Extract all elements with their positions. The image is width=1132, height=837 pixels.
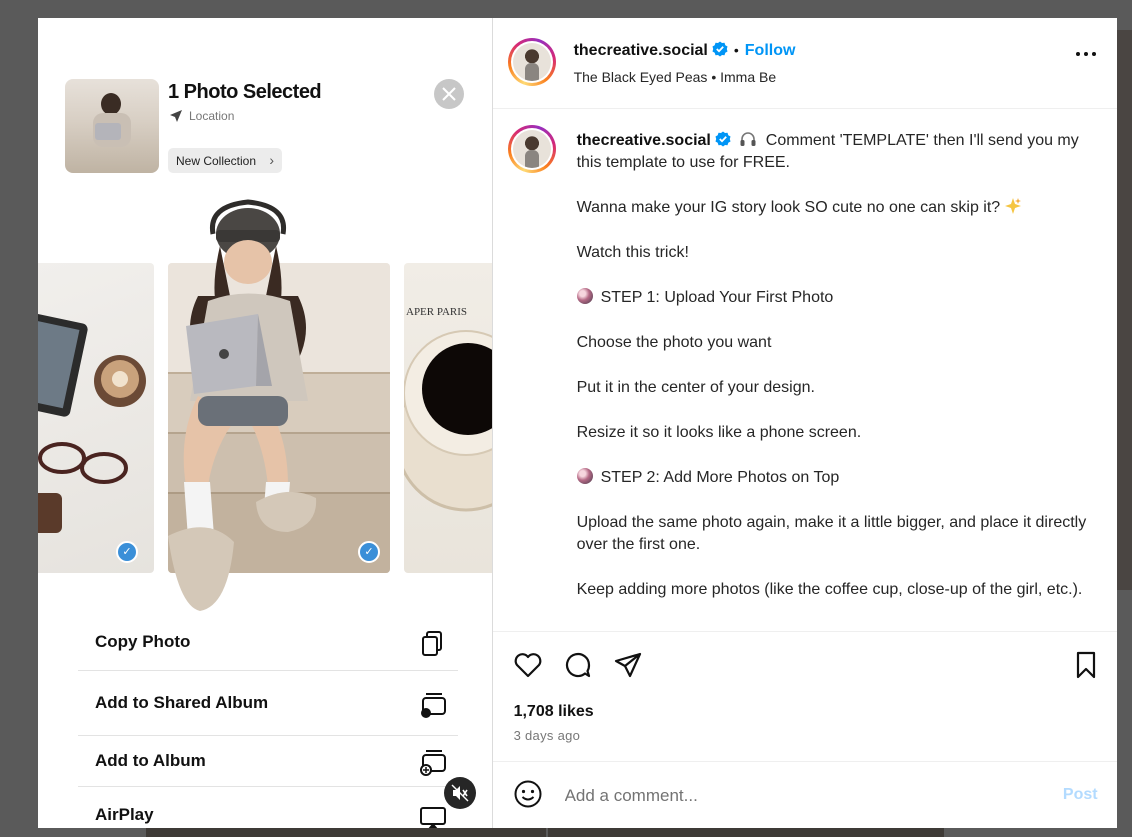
menu-item-airplay: AirPlay bbox=[78, 787, 458, 828]
background-post-strip bbox=[146, 828, 546, 837]
photo-card-coffee: APER PARIS bbox=[404, 263, 492, 573]
selected-photo-thumbnail bbox=[65, 79, 159, 173]
post-modal: 1 Photo Selected Location New Collection… bbox=[38, 18, 1117, 828]
avatar[interactable] bbox=[507, 38, 556, 86]
caption-username[interactable]: thecreative.social bbox=[577, 132, 711, 149]
menu-item-label: Add to Shared Album bbox=[95, 693, 269, 712]
headphones-emoji-icon bbox=[740, 132, 756, 146]
caption-paragraph: Upload the same photo again, make it a l… bbox=[576, 514, 1087, 553]
post-comment-button[interactable]: Post bbox=[1063, 786, 1098, 804]
caption-paragraph: Watch this trick! bbox=[576, 244, 689, 261]
location-row: Location bbox=[169, 109, 234, 123]
girl-with-laptop-cutout bbox=[138, 186, 348, 616]
ios-share-menu: Copy Photo Add to Shared Album Add to Al… bbox=[78, 614, 458, 828]
new-collection-chip: New Collection › bbox=[168, 148, 283, 173]
selected-check-icon: ✓ bbox=[358, 541, 380, 563]
menu-item-label: Copy Photo bbox=[95, 632, 191, 651]
copy-icon bbox=[422, 631, 442, 656]
header-username[interactable]: thecreative.social bbox=[574, 42, 708, 59]
menu-item-add-to-shared-album: Add to Shared Album bbox=[78, 671, 458, 736]
new-collection-label: New Collection bbox=[176, 153, 257, 168]
airplay-icon bbox=[420, 807, 446, 828]
caption-paragraph: Keep adding more photos (like the coffee… bbox=[576, 581, 1083, 598]
selection-title: 1 Photo Selected bbox=[168, 81, 322, 103]
menu-item-label: Add to Album bbox=[95, 751, 206, 770]
close-icon bbox=[434, 79, 464, 109]
share-paper-plane-icon[interactable] bbox=[613, 650, 643, 680]
follow-button[interactable]: Follow bbox=[745, 42, 796, 59]
save-bookmark-icon[interactable] bbox=[1071, 650, 1101, 680]
caption-paragraph: Put it in the center of your design. bbox=[576, 379, 815, 396]
chevron-right-icon: › bbox=[269, 152, 275, 168]
comment-bar: Post bbox=[492, 761, 1117, 828]
post-media[interactable]: 1 Photo Selected Location New Collection… bbox=[38, 18, 493, 828]
speaker-muted-icon[interactable] bbox=[444, 777, 476, 809]
caption-scroll-area[interactable]: thecreative.social Comment 'TEMPLATE' th… bbox=[493, 109, 1117, 629]
post-timestamp[interactable]: 3 days ago bbox=[514, 728, 581, 743]
caption-paragraph: STEP 1: Upload Your First Photo bbox=[600, 289, 834, 306]
location-arrow-icon bbox=[170, 110, 182, 122]
header-user-row: thecreative.social • Follow bbox=[574, 41, 796, 60]
add-album-icon bbox=[420, 750, 446, 776]
caption-paragraph: STEP 2: Add More Photos on Top bbox=[600, 469, 840, 486]
step-bullet-icon bbox=[576, 288, 593, 304]
post-header: thecreative.social • Follow The Black Eyed… bbox=[492, 18, 1117, 109]
comment-input[interactable] bbox=[562, 784, 1037, 808]
more-options-icon[interactable] bbox=[1075, 52, 1096, 56]
menu-item-add-to-album: Add to Album bbox=[78, 736, 458, 787]
comment-bubble-icon[interactable] bbox=[563, 650, 593, 680]
caption-paragraph: Wanna make your IG story look SO cute no… bbox=[576, 199, 1001, 216]
svg-text:APER PARIS: APER PARIS bbox=[406, 306, 467, 318]
location-label: Location bbox=[189, 109, 235, 123]
menu-item-copy-photo: Copy Photo bbox=[78, 614, 458, 671]
step-bullet-icon bbox=[576, 468, 593, 484]
post-actions-bar bbox=[492, 631, 1117, 762]
verified-badge-icon bbox=[715, 131, 731, 147]
selected-check-icon: ✓ bbox=[116, 541, 138, 563]
shared-album-icon bbox=[421, 693, 446, 718]
like-heart-icon[interactable] bbox=[513, 650, 543, 680]
caption-paragraph: Resize it so it looks like a phone scree… bbox=[576, 424, 862, 441]
verified-badge-icon bbox=[712, 41, 728, 57]
background-post-strip bbox=[548, 828, 944, 837]
likes-count[interactable]: 1,708 likes bbox=[514, 703, 594, 721]
audio-track-link[interactable]: The Black Eyed Peas • Imma Be bbox=[574, 69, 777, 85]
caption-text: thecreative.social Comment 'TEMPLATE' th… bbox=[576, 130, 1097, 624]
caption-avatar[interactable] bbox=[507, 125, 556, 173]
photo-card-desk: ✓ bbox=[38, 263, 154, 573]
sparkles-emoji-icon bbox=[1005, 198, 1022, 214]
emoji-smiley-icon[interactable] bbox=[513, 779, 543, 809]
menu-item-label: AirPlay bbox=[95, 805, 154, 824]
post-details-panel: thecreative.social • Follow The Black Eyed… bbox=[492, 18, 1117, 828]
header-separator: • bbox=[733, 42, 739, 58]
caption-paragraph: Choose the photo you want bbox=[576, 334, 772, 351]
background-post-strip bbox=[1117, 30, 1132, 590]
